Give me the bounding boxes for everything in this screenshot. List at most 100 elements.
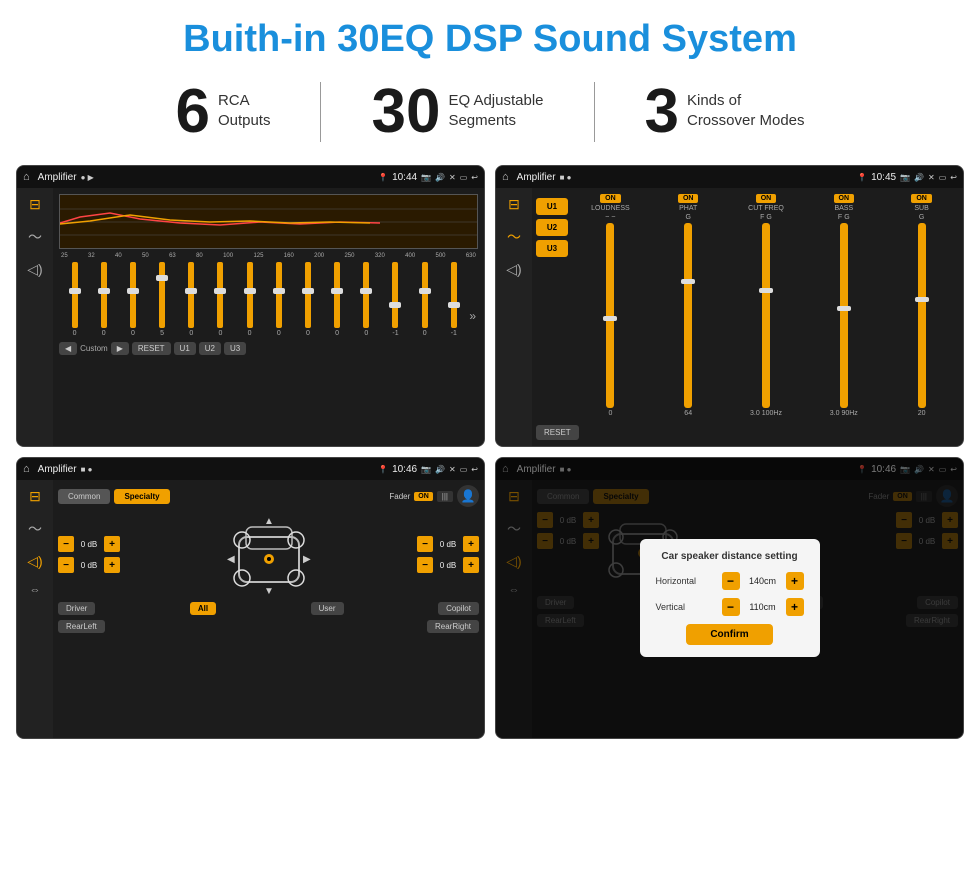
dialog-overlay: Car speaker distance setting Horizontal … xyxy=(496,458,963,738)
user-btn[interactable]: User xyxy=(311,602,344,615)
eq-slider-2[interactable]: 0 xyxy=(90,262,117,337)
rearleft-btn[interactable]: RearLeft xyxy=(58,620,105,633)
vertical-row: Vertical − 110cm + xyxy=(656,598,804,616)
eq-slider-7[interactable]: 0 xyxy=(236,262,263,337)
rearright-btn[interactable]: RearRight xyxy=(427,620,479,633)
u1-preset[interactable]: U1 xyxy=(536,198,568,215)
dots-3: ■ ● xyxy=(81,465,93,474)
specialty-tab[interactable]: Specialty xyxy=(114,489,169,504)
right-front-minus[interactable]: − xyxy=(417,536,433,552)
eq-slider-8[interactable]: 0 xyxy=(265,262,292,337)
bass-slider[interactable] xyxy=(840,223,848,408)
fader-slider[interactable]: ||| xyxy=(437,491,453,502)
wave-icon-1[interactable]: 〜 xyxy=(28,227,42,247)
eq-icon-1[interactable]: ⊟ xyxy=(29,196,41,213)
eq-slider-11[interactable]: 0 xyxy=(353,262,380,337)
page-title: Buith-in 30EQ DSP Sound System xyxy=(0,0,980,71)
u3-preset[interactable]: U3 xyxy=(536,240,568,257)
right-rear-db: 0 dB xyxy=(436,561,460,570)
left-rear-minus[interactable]: − xyxy=(58,557,74,573)
loudness-on-btn[interactable]: ON xyxy=(600,194,621,203)
right-front-plus[interactable]: + xyxy=(463,536,479,552)
screen2-content: ⊟ 〜 ◁) U1 U2 U3 xyxy=(496,188,963,446)
sub-on-btn[interactable]: ON xyxy=(911,194,932,203)
horizontal-minus-btn[interactable]: − xyxy=(722,572,740,590)
u3-btn-eq[interactable]: U3 xyxy=(224,342,246,355)
eq-curve-svg xyxy=(60,195,477,248)
vol-icon-3: 🔊 xyxy=(435,465,445,474)
avatar-icon[interactable]: 👤 xyxy=(457,485,479,507)
eq-icon-2[interactable]: ⊟ xyxy=(508,196,520,213)
eq-slider-5[interactable]: 0 xyxy=(178,262,205,337)
eq-slider-9[interactable]: 0 xyxy=(294,262,321,337)
left-front-minus[interactable]: − xyxy=(58,536,74,552)
sub-slider[interactable] xyxy=(918,223,926,408)
left-front-plus[interactable]: + xyxy=(104,536,120,552)
eq-slider-1[interactable]: 0 xyxy=(61,262,88,337)
prev-preset-btn[interactable]: ◀ xyxy=(59,342,77,355)
screen3-title: Amplifier xyxy=(38,464,77,475)
wave-icon-2[interactable]: 〜 xyxy=(507,227,521,247)
crossover-reset-btn[interactable]: RESET xyxy=(536,425,579,440)
right-rear-db-row: − 0 dB + xyxy=(417,557,479,573)
phat-label: PHAT xyxy=(679,205,697,212)
u1-btn-eq[interactable]: U1 xyxy=(174,342,196,355)
speaker-icon-3[interactable]: ◁) xyxy=(27,553,42,570)
status-bar-1: ⌂ Amplifier ● ▶ 📍 10:44 📷 🔊 ✕ ▭ ↩ xyxy=(17,166,484,188)
screenshots-grid: ⌂ Amplifier ● ▶ 📍 10:44 📷 🔊 ✕ ▭ ↩ ⊟ 〜 ◁) xyxy=(0,157,980,747)
channel-icon-3[interactable]: ⇔ xyxy=(30,584,41,596)
stat-crossover-line2: Crossover Modes xyxy=(687,111,805,131)
eq-slider-12[interactable]: -1 xyxy=(382,262,409,337)
stat-rca-number: 6 xyxy=(175,81,209,143)
phat-slider[interactable] xyxy=(684,223,692,408)
eq-slider-4[interactable]: 5 xyxy=(149,262,176,337)
u2-btn-eq[interactable]: U2 xyxy=(199,342,221,355)
loudness-slider[interactable] xyxy=(606,223,614,408)
left-rear-plus[interactable]: + xyxy=(104,557,120,573)
eq-slider-14[interactable]: -1 xyxy=(440,262,467,337)
screen-speaker-dialog: ⌂ Amplifier ■ ● 📍 10:46 📷 🔊 ✕ ▭ ↩ ⊟ 〜 ◁)… xyxy=(495,457,964,739)
location-icon-2: 📍 xyxy=(857,173,867,182)
speaker-icon-1[interactable]: ◁) xyxy=(27,261,42,278)
bass-on-btn[interactable]: ON xyxy=(834,194,855,203)
u2-preset[interactable]: U2 xyxy=(536,219,568,236)
vertical-minus-btn[interactable]: − xyxy=(722,598,740,616)
eq-slider-13[interactable]: 0 xyxy=(411,262,438,337)
phat-on-btn[interactable]: ON xyxy=(678,194,699,203)
home-icon-2[interactable]: ⌂ xyxy=(502,171,509,183)
back-icon-2[interactable]: ↩ xyxy=(950,173,957,182)
speaker-icon-2[interactable]: ◁) xyxy=(506,261,521,278)
right-rear-minus[interactable]: − xyxy=(417,557,433,573)
eq-slider-10[interactable]: 0 xyxy=(324,262,351,337)
stat-eq-line2: Segments xyxy=(448,111,543,131)
horizontal-plus-btn[interactable]: + xyxy=(786,572,804,590)
next-preset-btn[interactable]: ▶ xyxy=(111,342,129,355)
home-icon-1[interactable]: ⌂ xyxy=(23,171,30,183)
cutfreq-on-btn[interactable]: ON xyxy=(756,194,777,203)
home-icon-3[interactable]: ⌂ xyxy=(23,463,30,475)
divider-1 xyxy=(320,82,321,142)
vertical-plus-btn[interactable]: + xyxy=(786,598,804,616)
eq-icon-3[interactable]: ⊟ xyxy=(29,488,41,505)
eq-slider-3[interactable]: 0 xyxy=(119,262,146,337)
copilot-btn[interactable]: Copilot xyxy=(438,602,479,615)
common-tab[interactable]: Common xyxy=(58,489,110,504)
all-btn[interactable]: All xyxy=(190,602,216,615)
right-rear-plus[interactable]: + xyxy=(463,557,479,573)
vertical-label: Vertical xyxy=(656,602,686,612)
channel-cols: ON LOUDNESS ~~ 0 ON PHAT G xyxy=(573,194,959,417)
sub-label: SUB xyxy=(914,205,928,212)
channel-loudness: ON LOUDNESS ~~ 0 xyxy=(573,194,648,417)
eq-slider-6[interactable]: 0 xyxy=(207,262,234,337)
reset-btn-eq[interactable]: RESET xyxy=(132,342,171,355)
confirm-button[interactable]: Confirm xyxy=(686,624,772,645)
screen1-time: 10:44 xyxy=(392,172,417,183)
back-icon-3[interactable]: ↩ xyxy=(471,465,478,474)
wave-icon-3[interactable]: 〜 xyxy=(28,519,42,539)
driver-btn[interactable]: Driver xyxy=(58,602,95,615)
more-icon[interactable]: » xyxy=(469,309,476,337)
back-icon-1[interactable]: ↩ xyxy=(471,173,478,182)
stat-rca: 6 RCA Outputs xyxy=(135,81,310,143)
eq-graph xyxy=(59,194,478,249)
cutfreq-slider[interactable] xyxy=(762,223,770,408)
